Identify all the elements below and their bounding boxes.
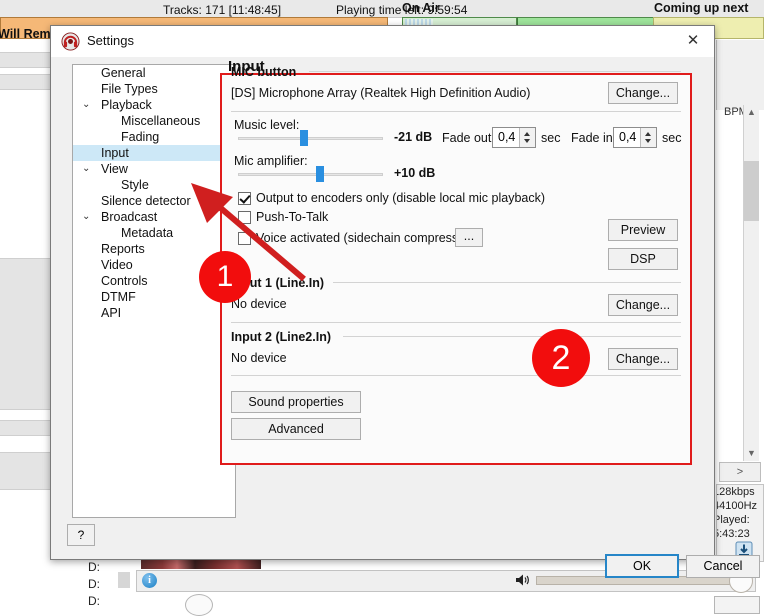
- mic-button-group-label: MIC button: [231, 65, 297, 79]
- preview-button[interactable]: Preview: [608, 219, 678, 241]
- group-divider: [231, 375, 681, 376]
- input2-change-button[interactable]: Change...: [608, 348, 678, 370]
- played-time-label: 5:43:23: [716, 528, 750, 540]
- sidebar-item-label: Playback: [101, 98, 152, 112]
- drive-label: D:: [88, 560, 100, 574]
- voice-activated-options-button[interactable]: ...: [455, 228, 483, 247]
- playlist-row: [0, 258, 50, 410]
- mic-device-label: [DS] Microphone Array (Realtek High Defi…: [231, 86, 531, 100]
- slider-thumb[interactable]: [299, 130, 308, 146]
- settings-dialog: Settings ✕ General File Types ⌄ Playback Mis…: [50, 25, 760, 578]
- sidebar-item-label: View: [101, 162, 128, 176]
- tracks-count-label: Tracks: 171 [11:48:45]: [163, 3, 282, 17]
- input2-device-label: No device: [231, 351, 287, 365]
- group-divider: [231, 111, 681, 112]
- music-level-slider[interactable]: [238, 130, 383, 146]
- sidebar-item-label: Broadcast: [101, 210, 158, 224]
- sidebar-item-file-types[interactable]: File Types: [73, 81, 235, 97]
- sidebar-item-playback[interactable]: ⌄ Playback: [73, 97, 235, 113]
- input1-device-label: No device: [231, 297, 287, 311]
- stepper-arrows[interactable]: [519, 128, 535, 147]
- drive-indicator: [118, 572, 130, 588]
- stepper-up-icon[interactable]: [524, 132, 530, 136]
- sidebar-item-label: Miscellaneous: [121, 114, 201, 128]
- drive-label: D:: [88, 594, 100, 608]
- group-divider: [309, 71, 681, 72]
- group-divider: [343, 336, 681, 337]
- coming-up-next-label: Coming up next: [654, 1, 749, 15]
- sidebar-item-label: Controls: [101, 274, 148, 288]
- will-remain-label: Will Rem: [0, 27, 51, 41]
- sound-properties-button[interactable]: Sound properties: [231, 391, 361, 413]
- dialog-title-bar: Settings ✕: [51, 26, 714, 57]
- bitrate-label: 128kbps: [716, 486, 755, 498]
- input2-group-label: Input 2 (Line2.In): [231, 330, 331, 344]
- close-icon[interactable]: ✕: [672, 26, 714, 56]
- sidebar-item-api[interactable]: API: [73, 305, 235, 321]
- sidebar-item-label: General: [101, 66, 146, 80]
- stepper-arrows[interactable]: [640, 128, 656, 147]
- annotation-badge-2: 2: [532, 329, 590, 387]
- playlist-scrollbar[interactable]: ▲ ▼: [743, 105, 759, 461]
- transport-round-button[interactable]: [185, 594, 213, 616]
- sidebar-item-label: API: [101, 306, 122, 320]
- scrollbar-thumb[interactable]: [744, 161, 759, 221]
- drive-label: D:: [88, 577, 100, 591]
- cancel-button[interactable]: Cancel: [686, 555, 760, 578]
- bottom-right-button[interactable]: [714, 596, 760, 614]
- dialog-title: Settings: [87, 33, 134, 48]
- sidebar-item-label: Style: [121, 178, 149, 192]
- mic-change-button[interactable]: Change...: [608, 82, 678, 104]
- sidebar-item-general[interactable]: General: [73, 65, 235, 81]
- scroll-down-icon[interactable]: ▼: [744, 446, 759, 461]
- annotation-badge-1: 1: [199, 251, 251, 303]
- fade-in-stepper[interactable]: 0,4: [613, 127, 657, 148]
- fade-out-stepper[interactable]: 0,4: [492, 127, 536, 148]
- sidebar-item-label: Fading: [121, 130, 160, 144]
- fade-in-value: 0,4: [619, 130, 637, 144]
- playlist-row: [0, 452, 50, 490]
- chevron-down-icon[interactable]: ⌄: [82, 209, 90, 225]
- track-thumbnail-strip: [141, 560, 261, 569]
- slider-track: [238, 137, 383, 140]
- bpm-column-header: [716, 40, 764, 110]
- input1-change-button[interactable]: Change...: [608, 294, 678, 316]
- fade-out-value: 0,4: [498, 130, 516, 144]
- fade-out-unit: sec: [541, 131, 561, 145]
- group-divider: [333, 282, 681, 283]
- group-divider: [231, 322, 681, 323]
- advanced-button[interactable]: Advanced: [231, 418, 361, 440]
- sidebar-item-label: Video: [101, 258, 133, 272]
- played-label: Played:: [716, 514, 750, 526]
- chevron-down-icon[interactable]: ⌄: [82, 161, 90, 177]
- headphones-icon: [61, 32, 80, 51]
- fade-out-label: Fade out: [442, 131, 492, 145]
- sidebar-item-input[interactable]: Input: [73, 145, 235, 161]
- sidebar-item-label: File Types: [101, 82, 158, 96]
- fade-in-label: Fade in: [571, 131, 613, 145]
- sidebar-item-label: DTMF: [101, 290, 136, 304]
- sidebar-item-label: Reports: [101, 242, 145, 256]
- mic-amplifier-value: +10 dB: [394, 166, 436, 180]
- stepper-up-icon[interactable]: [645, 132, 651, 136]
- dsp-button[interactable]: DSP: [608, 248, 678, 270]
- samplerate-label: 44100Hz: [716, 500, 758, 512]
- playlist-row: [0, 420, 50, 436]
- scroll-up-icon[interactable]: ▲: [744, 105, 759, 120]
- sidebar-item-miscellaneous[interactable]: Miscellaneous: [73, 113, 235, 129]
- sidebar-item-fading[interactable]: Fading: [73, 129, 235, 145]
- speaker-icon[interactable]: [515, 573, 531, 587]
- chevron-down-icon[interactable]: ⌄: [82, 97, 90, 113]
- info-icon: i: [142, 573, 157, 588]
- fade-in-unit: sec: [662, 131, 682, 145]
- stepper-down-icon[interactable]: [524, 139, 530, 143]
- stepper-down-icon[interactable]: [645, 139, 651, 143]
- playing-time-left-label: Playing time left: 9:59:54: [336, 3, 468, 17]
- help-button[interactable]: ?: [67, 524, 95, 546]
- ok-button[interactable]: OK: [605, 554, 679, 578]
- sidebar-item-label: Input: [101, 146, 129, 160]
- expand-panel-button[interactable]: >: [719, 462, 761, 482]
- music-level-value: -21 dB: [394, 130, 433, 144]
- slider-thumb[interactable]: [316, 166, 325, 182]
